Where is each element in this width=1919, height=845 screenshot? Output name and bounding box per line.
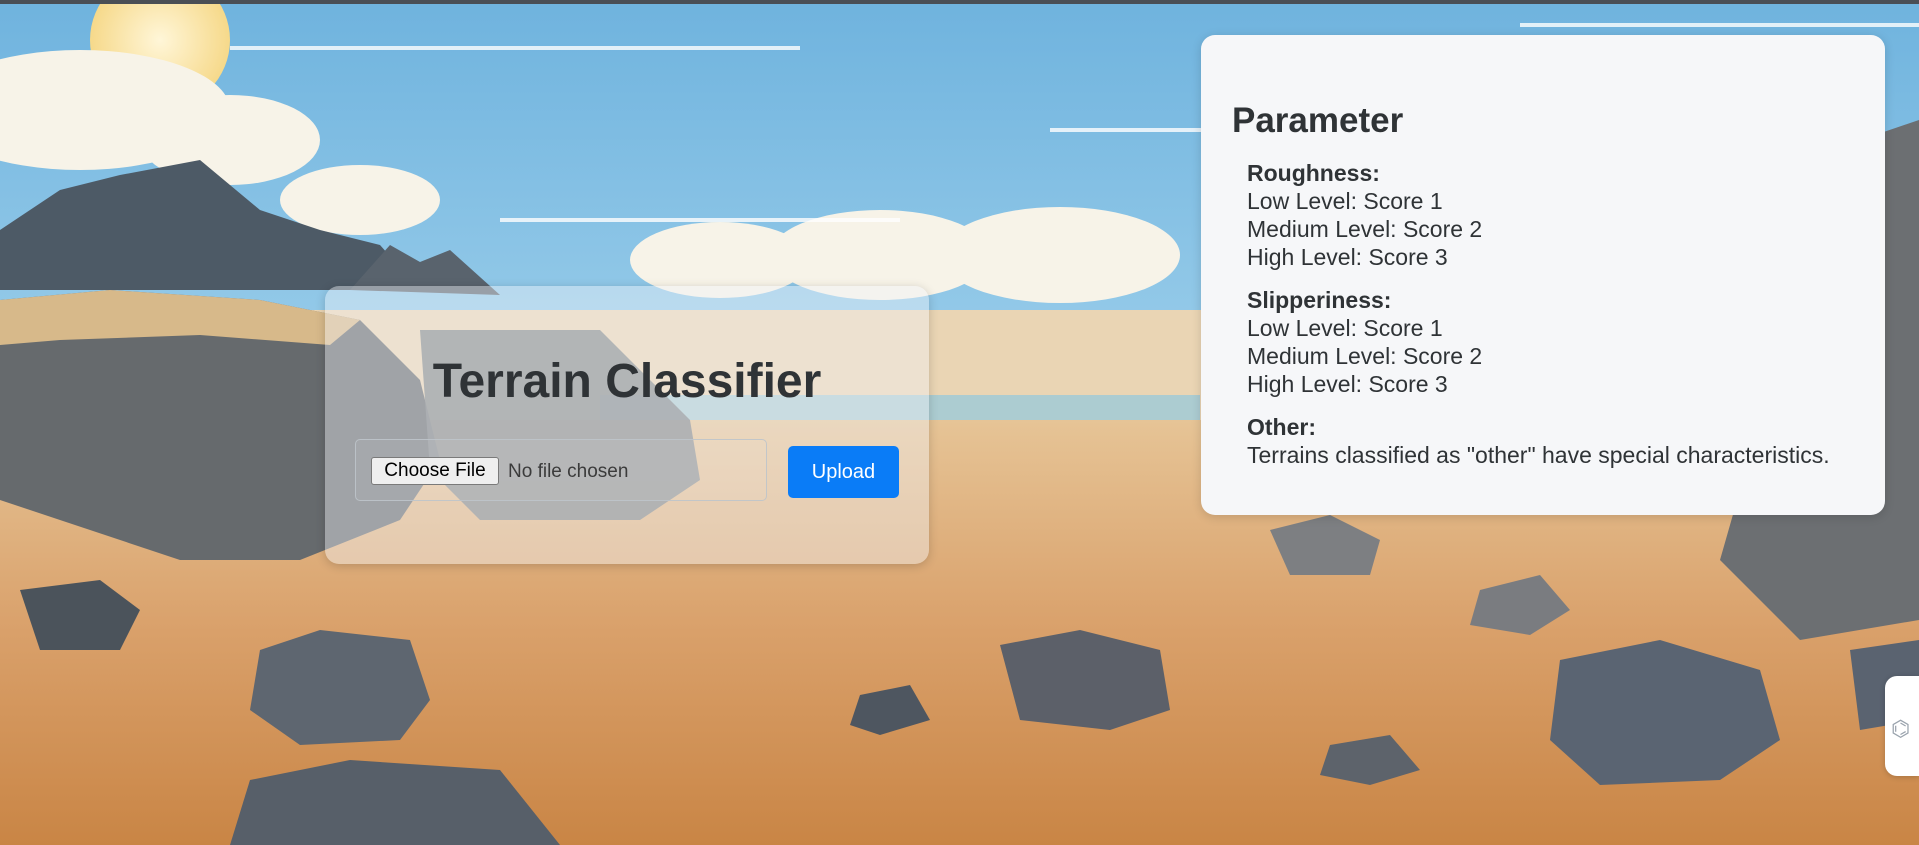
choose-file-button[interactable]: Choose File	[371, 457, 499, 485]
window-top-border	[0, 0, 1919, 4]
slipperiness-high: High Level: Score 3	[1247, 371, 1448, 397]
parameter-title: Parameter	[1232, 101, 1404, 140]
slipperiness-heading: Slipperiness:	[1247, 287, 1392, 313]
grip-icon: ⌬	[1891, 716, 1911, 741]
side-panel-handle[interactable]: ⌬	[1885, 676, 1919, 776]
roughness-heading: Roughness:	[1247, 160, 1380, 186]
slipperiness-medium: Medium Level: Score 2	[1247, 343, 1483, 369]
slipperiness-low: Low Level: Score 1	[1247, 315, 1443, 341]
page-title: Terrain Classifier	[432, 355, 822, 408]
roughness-medium: Medium Level: Score 2	[1247, 216, 1483, 242]
other-heading: Other:	[1247, 414, 1316, 440]
parameter-panel: Parameter Roughness: Low Level: Score 1 …	[1201, 35, 1885, 515]
slipperiness-group: Slipperiness: Low Level: Score 1 Medium …	[1247, 286, 1482, 398]
file-status-text: No file chosen	[508, 461, 629, 482]
roughness-high: High Level: Score 3	[1247, 244, 1448, 270]
upload-button[interactable]: Upload	[788, 446, 899, 498]
other-group: Other: Terrains classified as "other" ha…	[1247, 413, 1830, 469]
other-description: Terrains classified as "other" have spec…	[1247, 442, 1830, 468]
roughness-group: Roughness: Low Level: Score 1 Medium Lev…	[1247, 159, 1482, 271]
file-input-container[interactable]: Choose File No file chosen	[355, 439, 767, 501]
upload-panel: Terrain Classifier Choose File No file c…	[325, 286, 929, 564]
roughness-low: Low Level: Score 1	[1247, 188, 1443, 214]
